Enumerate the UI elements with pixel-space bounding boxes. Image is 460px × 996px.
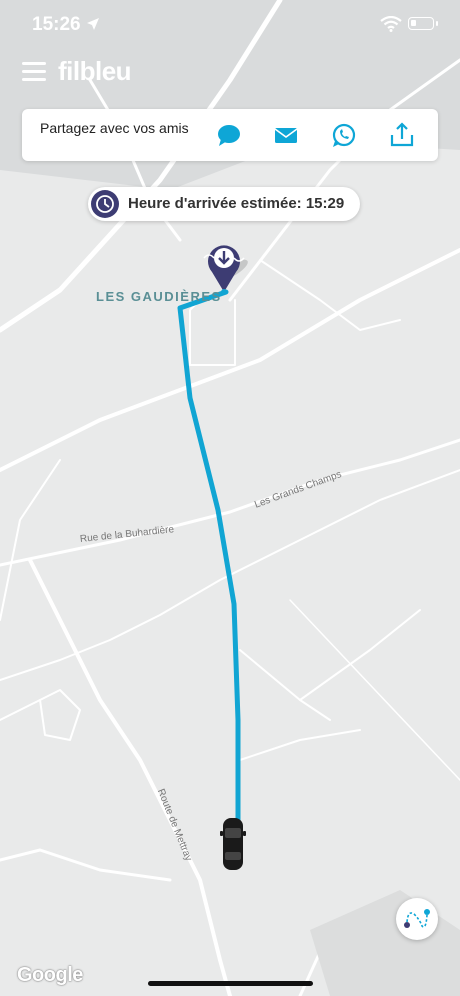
clock-icon xyxy=(91,190,119,218)
share-label: Partagez avec vos amis xyxy=(40,120,189,136)
home-indicator[interactable] xyxy=(148,981,313,986)
route-overview-button[interactable] xyxy=(396,898,438,940)
eta-badge: Heure d'arrivée estimée: 15:29 xyxy=(88,187,360,221)
status-bar: 15:26 xyxy=(0,0,460,48)
location-arrow-icon xyxy=(87,18,99,30)
share-icon[interactable] xyxy=(388,121,416,149)
whatsapp-icon[interactable] xyxy=(330,121,358,149)
sms-icon[interactable] xyxy=(215,121,243,149)
vehicle-icon xyxy=(220,818,246,870)
place-label: LES GAUDIÈRES xyxy=(96,289,222,304)
menu-button[interactable] xyxy=(22,62,46,82)
mail-icon[interactable] xyxy=(272,121,300,149)
battery-icon xyxy=(408,17,438,30)
status-time: 15:26 xyxy=(32,14,81,35)
app-logo: filbleu xyxy=(58,56,132,86)
google-logo[interactable]: Google xyxy=(17,964,83,987)
eta-text: Heure d'arrivée estimée: 15:29 xyxy=(128,195,345,212)
wifi-icon xyxy=(380,16,402,32)
share-panel: Partagez avec vos amis xyxy=(22,109,438,161)
route-icon xyxy=(404,909,430,928)
